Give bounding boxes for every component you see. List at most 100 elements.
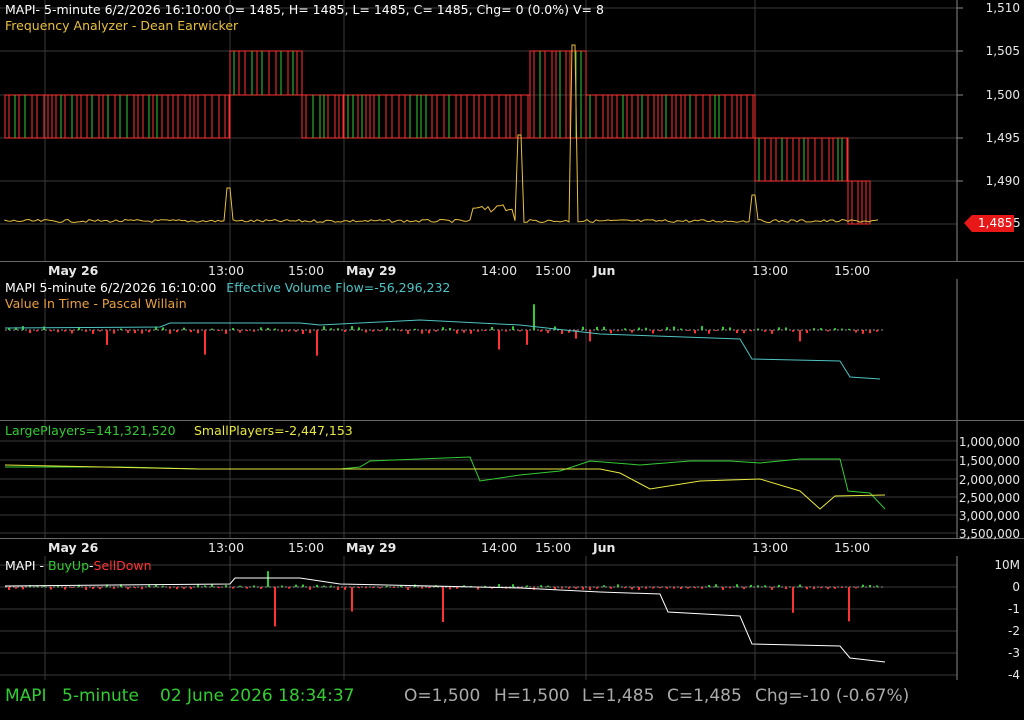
bs-bar: [358, 587, 360, 589]
frequency-block: [847, 180, 871, 225]
time2-label-1300a: 13:00: [208, 540, 245, 555]
bs-bar: [141, 587, 143, 590]
bs-bar: [708, 585, 710, 587]
bs-bar: [687, 587, 689, 589]
evf-bar: [267, 327, 269, 330]
evf-bar: [414, 328, 416, 330]
status-high: H=1,500: [494, 686, 570, 706]
evf-bar: [421, 330, 423, 334]
time2-label-1500a: 15:00: [288, 540, 325, 555]
time2-label-1400: 14:00: [481, 540, 518, 555]
evf-bar: [379, 330, 381, 332]
evf-bar: [43, 326, 45, 330]
bs-bar: [372, 587, 374, 589]
evf-bar: [652, 330, 654, 334]
large-players-line: [5, 456, 886, 510]
bs-bar: [498, 584, 500, 587]
time2-label-jun: Jun: [593, 540, 616, 555]
evf-bar: [603, 326, 605, 330]
bs-bar: [666, 587, 668, 589]
evf-bar: [204, 330, 206, 355]
time2-label-1300b: 13:00: [752, 540, 789, 555]
evf-bar: [806, 330, 808, 334]
evf-bar: [64, 330, 66, 332]
evf-bar: [176, 330, 178, 333]
last-price-tag: 1,485: [964, 215, 1014, 232]
bs-bar: [848, 587, 850, 622]
players-chart[interactable]: [0, 421, 1024, 538]
evf-bar: [631, 330, 633, 333]
bs-bar: [750, 584, 752, 587]
value-in-time-label: Value In Time - Pascal Willain: [5, 296, 187, 311]
evf-bar: [365, 330, 367, 333]
evf-bar: [386, 327, 388, 330]
bs-bar: [561, 587, 563, 589]
evf-bar: [792, 330, 794, 332]
bs-bar: [841, 587, 843, 589]
evf-panel[interactable]: MAPI 5-minute 6/2/2026 16:10:00 Effectiv…: [0, 279, 1024, 421]
status-symbol: MAPI: [5, 686, 47, 706]
bs-bar: [771, 587, 773, 590]
evf-bar: [442, 327, 444, 330]
evf-bar: [316, 330, 318, 356]
evf-bar: [848, 328, 850, 330]
evf-bar: [358, 327, 360, 330]
time-label-may29: May 29: [346, 263, 397, 278]
time-label-1300b: 13:00: [752, 263, 789, 278]
bs-tick-0: 0: [1012, 580, 1020, 594]
evf-bar: [190, 330, 192, 333]
evf-bar: [92, 330, 94, 334]
frequency-analyzer-label: Frequency Analyzer - Dean Earwicker: [5, 18, 239, 33]
bs-bar: [799, 584, 801, 587]
evf-bar: [638, 327, 640, 330]
evf-bar: [729, 327, 731, 330]
bs-bar: [99, 587, 101, 590]
bs-bar: [554, 587, 556, 590]
bs-bar: [246, 587, 248, 589]
bs-bar: [876, 585, 878, 587]
price-panel[interactable]: MAPI- 5-minute 6/2/2026 16:10:00 O= 1485…: [0, 0, 1024, 262]
small-players-label: SmallPlayers=-2,447,153: [194, 423, 353, 438]
evf-bar: [673, 326, 675, 330]
bs-bar: [589, 587, 591, 590]
bs-bar: [694, 587, 696, 589]
evf-bar: [260, 327, 262, 330]
time-label-1500c: 15:00: [834, 263, 871, 278]
bs-bar: [764, 585, 766, 587]
bs-tick-m3: -3: [1008, 646, 1020, 660]
price-chart[interactable]: [0, 0, 1024, 261]
bs-bar: [50, 587, 52, 590]
bs-bar: [610, 587, 612, 589]
bs-bar: [449, 587, 451, 590]
bs-bar: [323, 585, 325, 587]
evf-bar: [645, 327, 647, 330]
buyup-label: BuyUp: [48, 558, 90, 573]
buyup-selldown-chart[interactable]: [0, 556, 1024, 680]
players-panel[interactable]: LargePlayers=141,321,520 SmallPlayers=-2…: [0, 421, 1024, 541]
evf-bar: [169, 330, 171, 334]
evf-bar: [659, 330, 661, 332]
bs-bar: [778, 584, 780, 587]
bs-bar: [211, 584, 213, 587]
evf-value: Effective Volume Flow=-56,296,232: [226, 280, 451, 295]
bs-bar: [232, 587, 234, 589]
buyup-selldown-panel[interactable]: MAPI - BuyUp-SellDown 10M 0 -1 -2 -3 -4: [0, 556, 1024, 682]
time2-label-may26: May 26: [48, 540, 99, 555]
price-tick-1510: 1,510: [985, 1, 1020, 15]
evf-bar: [134, 330, 136, 334]
time2-label-1500b: 15:00: [535, 540, 572, 555]
evf-bar: [351, 326, 353, 330]
bs-bar: [365, 587, 367, 589]
bs-bar: [407, 587, 409, 590]
bs-bar: [190, 587, 192, 590]
evf-bar: [302, 330, 304, 334]
players-tick-4: 3,000,000: [958, 509, 1020, 523]
evf-bar: [288, 330, 290, 332]
bs-bar: [204, 585, 206, 587]
bs-bar: [813, 587, 815, 590]
evf-bar: [428, 330, 430, 334]
bs-bar: [680, 587, 682, 590]
evf-bar: [708, 330, 710, 334]
bs-bar: [386, 585, 388, 587]
evf-bar: [239, 330, 241, 333]
